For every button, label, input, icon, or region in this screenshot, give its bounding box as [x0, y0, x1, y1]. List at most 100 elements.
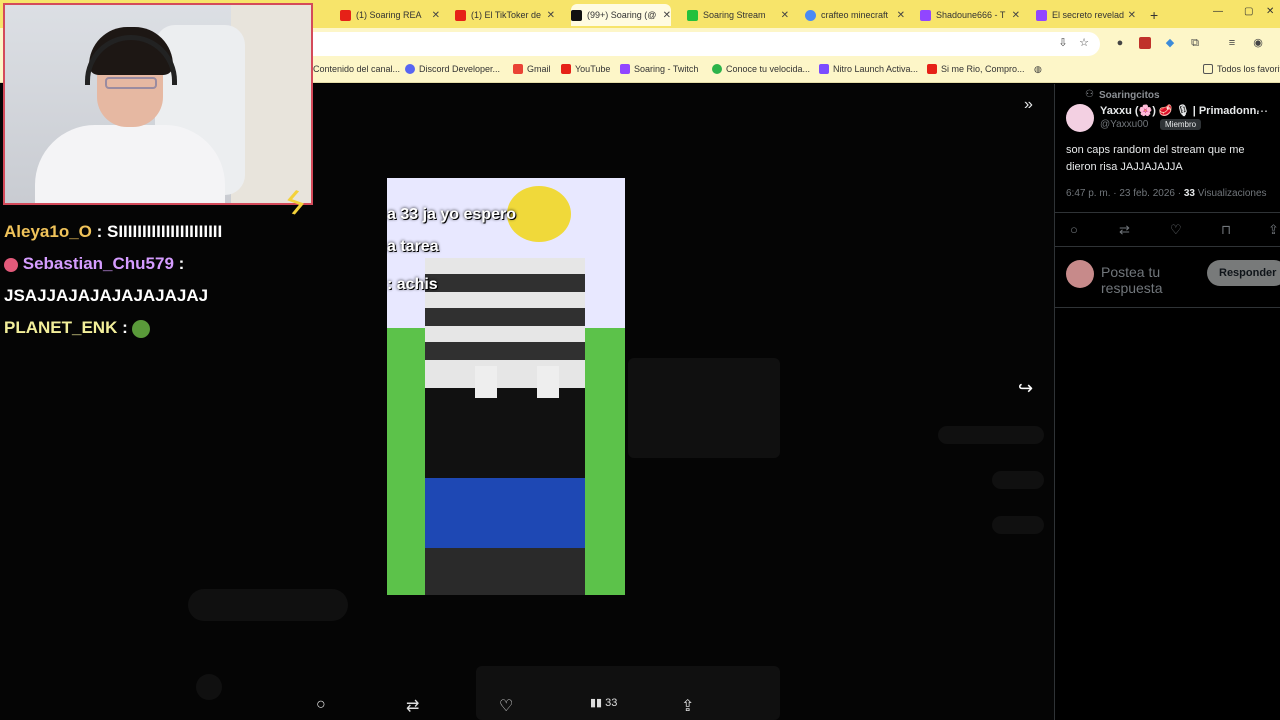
chat-text: SIIIIIIIIIIIIIIIIIIIIII [107, 222, 223, 241]
all-bookmarks[interactable]: Todos los favorit [1203, 64, 1280, 74]
pepe-emote-icon [132, 319, 151, 338]
share-icon[interactable]: ⇪ [1268, 222, 1279, 238]
dimmed-post-button [188, 589, 348, 621]
tab-label: Soaring Stream [703, 10, 766, 20]
dimmed-avatar [196, 674, 222, 700]
dimmed-media [628, 358, 780, 458]
views-button[interactable]: ▮▮ 33 [590, 696, 617, 709]
youtube-icon [927, 64, 937, 74]
post-meta: 6:47 p. m. · 23 feb. 2026 · 33 Visualiza… [1066, 188, 1267, 199]
chat-text: JSAJJAJAJAJAJAJAJAJ [4, 286, 209, 305]
analytics-icon: ▮▮ [590, 697, 603, 709]
x-logo-icon [571, 9, 582, 21]
author-avatar[interactable] [1066, 104, 1094, 132]
user-avatar [1066, 260, 1094, 288]
url-input[interactable] [300, 32, 1100, 56]
maximize-button[interactable]: ▢ [1244, 6, 1253, 17]
video-caption: a 33 ja yo espero [387, 206, 516, 223]
author-handle[interactable]: @Yaxxu00 [1100, 119, 1148, 130]
tab-1[interactable]: (1) Soaring REA ✕ [340, 4, 440, 26]
post-text: son caps random del stream que me dieron… [1066, 144, 1245, 173]
video-player[interactable]: a 33 ja yo espero a tarea : achis [387, 178, 625, 595]
community-icon: ⚇ [1085, 89, 1094, 100]
dimmed-follow-button [992, 471, 1044, 489]
strawberry-emote-icon [4, 257, 18, 272]
tab-2[interactable]: (1) El TikToker de ✕ [455, 4, 555, 26]
nitro-icon [819, 64, 829, 74]
like-icon[interactable]: ♡ [499, 696, 513, 716]
extension-icon[interactable]: ● [1114, 37, 1126, 49]
repost-icon[interactable]: ⇄ [1119, 222, 1130, 238]
member-badge: Miembro [1160, 119, 1202, 130]
tab-label: (99+) Soaring (@ [587, 10, 657, 20]
tab-5[interactable]: crafteo minecraft ✕ [805, 4, 905, 26]
chat-message: Sebastian_Chu579 : JSAJJAJAJAJAJAJAJAJ [4, 254, 209, 305]
discord-icon [405, 64, 415, 74]
close-tab-icon[interactable]: ✕ [663, 10, 671, 21]
minimize-button[interactable]: — [1213, 6, 1223, 17]
collapse-panel-icon[interactable]: » [1024, 96, 1033, 114]
bookmark-item[interactable]: Discord Developer... [405, 64, 500, 74]
tab-4[interactable]: Soaring Stream ✕ [687, 4, 789, 26]
bookmark-item[interactable]: Soaring - Twitch [620, 64, 698, 74]
tab-label: (1) Soaring REA [356, 10, 422, 20]
author-name[interactable]: Yaxxu (🌸) 🥩 🎙 | Primadonn... [1100, 104, 1260, 117]
chat-message: Aleya1o_O : SIIIIIIIIIIIIIIIIIIIIII [4, 222, 223, 241]
speedtest-icon [712, 64, 722, 74]
reply-icon[interactable]: ○ [1070, 222, 1078, 237]
dimmed-media [476, 666, 780, 720]
chat-username: Sebastian_Chu579 [22, 254, 174, 273]
tab-7[interactable]: El secreto revelad ✕ [1036, 4, 1136, 26]
repost-icon[interactable]: ⇄ [406, 696, 419, 716]
stream-chat: Aleya1o_O : SIIIIIIIIIIIIIIIIIIIIII Seba… [4, 216, 304, 344]
close-tab-icon[interactable]: ✕ [1128, 10, 1136, 21]
close-window-button[interactable]: ✕ [1266, 6, 1274, 17]
kick-icon [687, 9, 698, 21]
extension-icon[interactable] [1139, 37, 1151, 49]
profile-icon[interactable]: ◉ [1252, 37, 1264, 49]
reply-icon[interactable]: ○ [316, 696, 326, 714]
twitch-icon [920, 9, 931, 21]
install-app-icon[interactable]: ⇩ [1057, 37, 1069, 49]
tab-label: El secreto revelad [1052, 10, 1125, 20]
bookmark-item[interactable]: Contenido del canal... [313, 64, 400, 74]
folder-icon [1203, 64, 1213, 74]
bookmark-star-icon[interactable]: ☆ [1078, 37, 1090, 49]
bookmark-item[interactable]: Si me Rio, Compro... [927, 64, 1025, 74]
tab-label: Shadoune666 - T [936, 10, 1006, 20]
reply-input[interactable]: Postea tu respuesta [1101, 264, 1201, 296]
close-tab-icon[interactable]: ✕ [897, 10, 905, 21]
views-count: 33 [605, 697, 618, 709]
youtube-icon [340, 9, 351, 21]
gmail-icon [513, 64, 523, 74]
bookmark-item[interactable]: YouTube [561, 64, 610, 74]
extensions-puzzle-icon[interactable]: ⧉ [1189, 37, 1201, 49]
tab-label: (1) El TikToker de [471, 10, 542, 20]
bookmark-item[interactable]: Conoce tu velocida... [712, 64, 810, 74]
emoji-face [507, 186, 571, 242]
community-name[interactable]: Soaringcitos [1099, 90, 1160, 101]
tab-6[interactable]: Shadoune666 - T ✕ [920, 4, 1020, 26]
close-tab-icon[interactable]: ✕ [432, 10, 440, 21]
close-tab-icon[interactable]: ✕ [781, 10, 789, 21]
new-tab-button[interactable]: + [1150, 4, 1164, 26]
bookmark-item[interactable]: Nitro Launch Activa... [819, 64, 918, 74]
more-options-icon[interactable]: ⋯ [1256, 104, 1268, 118]
globe-icon[interactable]: ◍ [1034, 64, 1042, 75]
reply-button[interactable]: Responder [1207, 260, 1280, 286]
like-icon[interactable]: ♡ [1170, 222, 1182, 238]
dimmed-follow-button [992, 516, 1044, 534]
share-icon[interactable]: ⇪ [681, 696, 694, 716]
dimmed-follow-button [938, 426, 1044, 444]
bookmark-item[interactable]: Gmail [513, 64, 551, 74]
cursor-icon: ↪ [1018, 378, 1034, 398]
bookmark-icon[interactable]: ⊓ [1221, 222, 1231, 238]
tab-3[interactable]: (99+) Soaring (@ ✕ [571, 4, 671, 26]
google-icon [805, 9, 816, 21]
extension-icon[interactable]: ◆ [1164, 37, 1176, 49]
webcam-overlay [3, 3, 313, 205]
close-tab-icon[interactable]: ✕ [547, 10, 555, 21]
media-controls-icon[interactable]: ≡ [1226, 37, 1238, 49]
close-tab-icon[interactable]: ✕ [1012, 10, 1020, 21]
chat-message: PLANET_ENK : [4, 312, 304, 344]
